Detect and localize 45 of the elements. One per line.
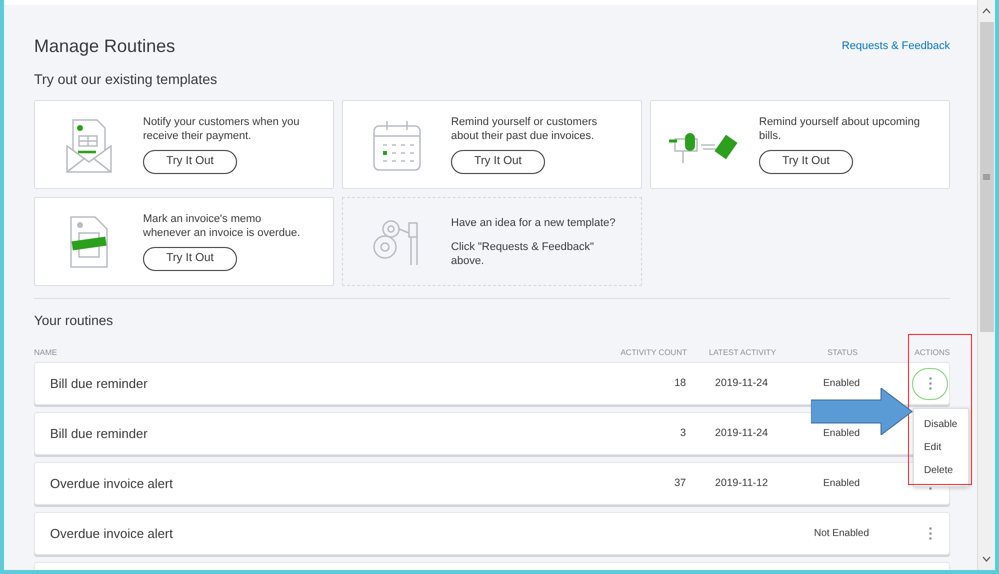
scroll-down-icon[interactable] [982, 556, 991, 562]
more-actions-button[interactable] [912, 368, 948, 400]
try-it-out-button[interactable]: Try It Out [143, 247, 237, 271]
kebab-icon [928, 527, 932, 540]
column-header: LATEST ACTIVITY [708, 347, 778, 360]
grip-icon [983, 174, 990, 180]
requests-feedback-link[interactable]: Requests & Feedback [842, 38, 950, 55]
card-note: Click "Requests & Feedback" above. [451, 240, 595, 268]
routine-name: Bill due reminder [49, 375, 149, 393]
routine-name: Overdue invoice alert [49, 475, 174, 493]
section-heading: Your routines [34, 312, 114, 330]
kebab-icon [928, 377, 932, 390]
try-it-out-button[interactable]: Try It Out [143, 150, 237, 174]
column-header: ACTIONS [913, 347, 950, 360]
card-description: Remind yourself about upcoming bills. [759, 115, 921, 143]
status-text: Enabled [822, 427, 861, 442]
card-description: Remind yourself or customers about their past due invoices. [451, 115, 598, 143]
column-header: STATUS [826, 347, 859, 360]
card-description: Notify your customers when you receive their payment. [143, 115, 301, 143]
card-description: Have an idea for a new template? [451, 216, 616, 230]
section-heading: Try out our existing templates [34, 70, 218, 89]
routine-name: Overdue invoice alert [49, 525, 174, 543]
try-it-out-button[interactable]: Try It Out [451, 150, 545, 174]
status-text: Enabled [822, 477, 861, 492]
routine-name: Bill due reminder [49, 425, 149, 443]
column-header: ACTIVITY COUNT [619, 347, 688, 360]
status-text: Not Enabled [812, 527, 870, 542]
latest-activity-date: 2019-11-12 [714, 476, 769, 491]
activity-count: 18 [673, 376, 687, 391]
scrollbar-thumb[interactable] [980, 22, 994, 332]
page-title: Manage Routines [34, 35, 176, 58]
card-description: Mark an invoice's memo whenever an invoice is overdue. [143, 212, 302, 240]
scrollbar[interactable] [977, 0, 995, 570]
column-header: NAME [34, 347, 58, 360]
scroll-up-icon[interactable] [982, 8, 991, 14]
status-text: Enabled [822, 377, 861, 392]
latest-activity-date: 2019-11-24 [714, 376, 769, 391]
latest-activity-date: 2019-11-24 [714, 426, 769, 441]
activity-count: 3 [679, 426, 687, 441]
past-due-document-icon [69, 214, 109, 268]
menu-item[interactable]: Edit [914, 436, 968, 459]
try-it-out-button[interactable]: Try It Out [759, 150, 853, 174]
activity-count: 37 [673, 476, 687, 491]
menu-item[interactable]: Disable [914, 413, 968, 436]
menu-item[interactable]: Delete [914, 459, 968, 482]
